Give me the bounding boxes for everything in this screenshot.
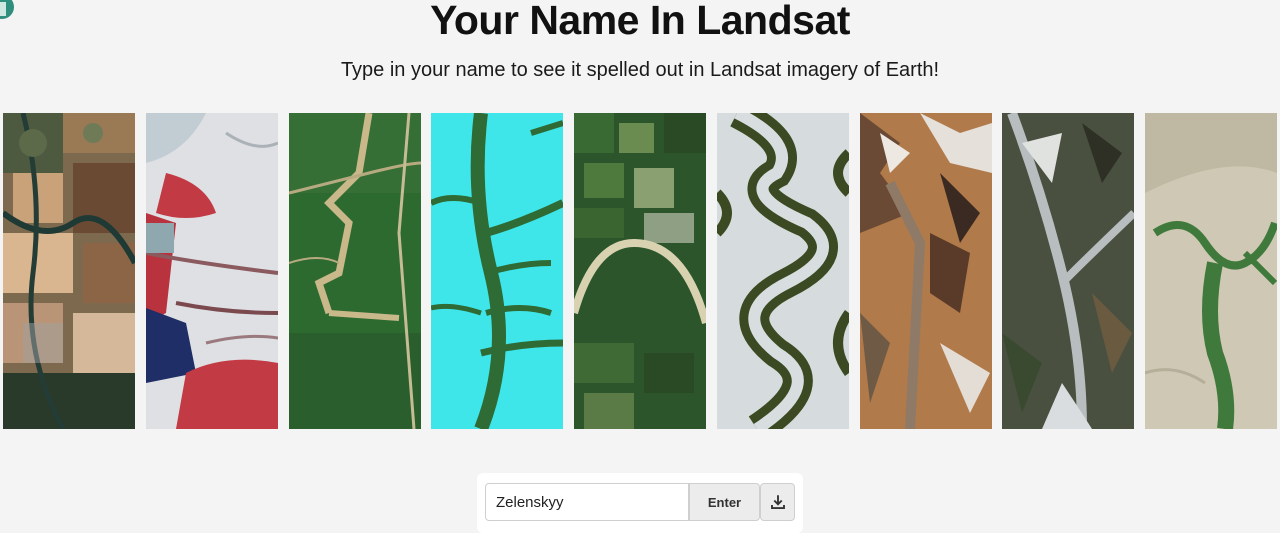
cyan-river-satellite-image <box>431 113 563 429</box>
landsat-letter-strip <box>3 113 1280 429</box>
page-title: Your Name In Landsat <box>430 0 850 43</box>
farmland-satellite-image <box>3 113 135 429</box>
meander-river-satellite-image <box>717 113 849 429</box>
download-button[interactable] <box>760 483 795 521</box>
river-bend-satellite-image <box>574 113 706 429</box>
braided-river-satellite-image <box>1002 113 1134 429</box>
page-subtitle: Type in your name to see it spelled out … <box>340 59 940 81</box>
lake-plain-satellite-image <box>1145 113 1277 429</box>
forest-road-satellite-image <box>289 113 421 429</box>
glacier-satellite-image <box>146 113 278 429</box>
download-icon <box>770 495 785 509</box>
enter-button[interactable]: Enter <box>689 483 760 521</box>
mountain-valley-satellite-image <box>860 113 992 429</box>
name-input[interactable] <box>485 483 689 521</box>
